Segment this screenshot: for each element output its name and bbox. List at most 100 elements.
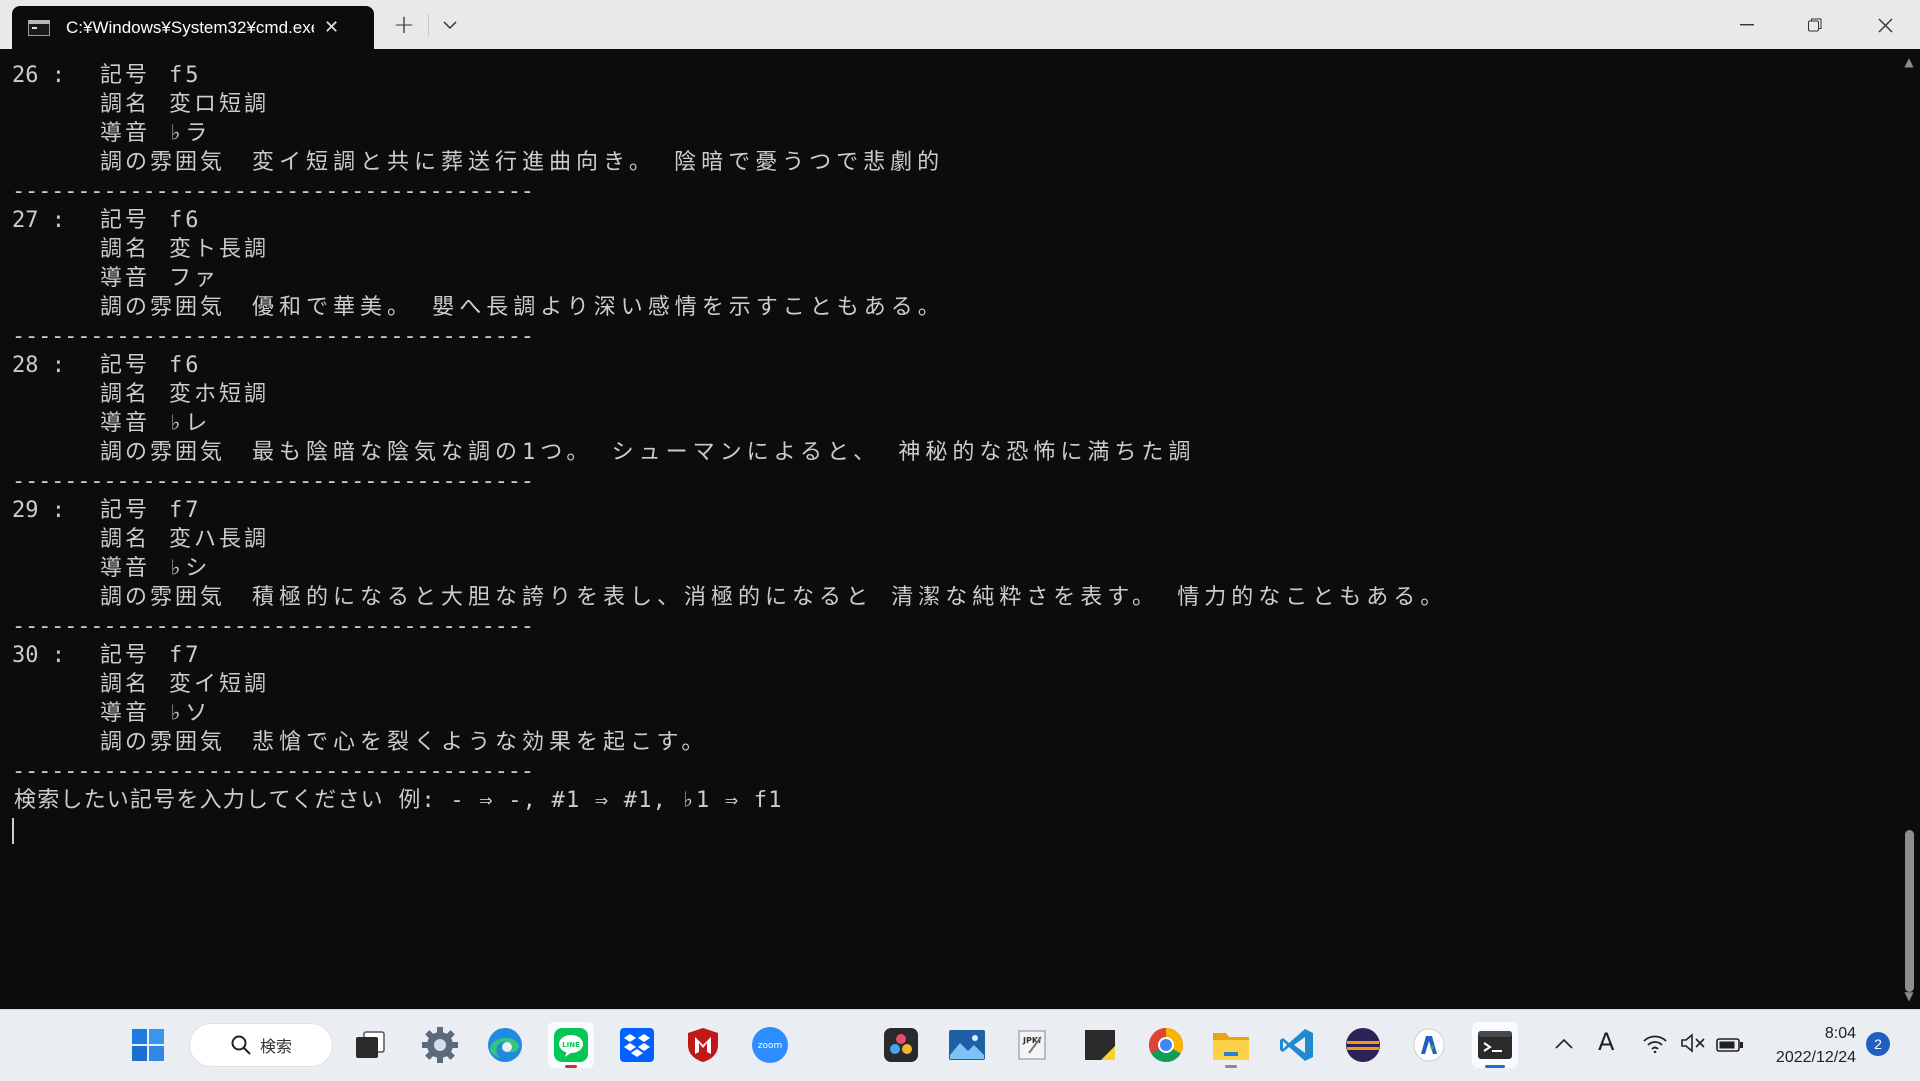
input-line[interactable] [0,815,1898,844]
terminal-icon [1478,1031,1512,1059]
key-value: 変イ短調 [169,672,270,697]
new-tab-button[interactable]: + [390,8,418,42]
search-label: 検索 [260,1037,293,1056]
writer-icon [1413,1028,1445,1062]
symbol-value: f6 [169,353,202,378]
key-label: 調名 [100,92,151,117]
terminal-app[interactable] [1472,1022,1518,1068]
sticky-notes-app[interactable] [1077,1022,1123,1068]
symbol-label: 記号 [100,643,151,668]
symbol-value: f7 [169,643,202,668]
clock[interactable]: 8:04 2022/12/24 [1756,1022,1856,1070]
vscode-app[interactable] [1274,1022,1320,1068]
eclipse-icon [1346,1028,1380,1062]
davinci-resolve-app[interactable] [878,1022,924,1068]
task-view-icon [356,1031,385,1058]
symbol-label: 記号 [100,498,151,523]
minimize-icon [1740,24,1754,26]
tab-title: C:¥Windows¥System32¥cmd.exe [66,17,314,37]
leading-value: ♭ラ [169,121,211,146]
scroll-down-arrow[interactable]: ▼ [1898,989,1920,1003]
battery-icon [1716,1038,1743,1052]
leading-label: 導音 [100,266,151,291]
maximize-button[interactable] [1792,8,1838,42]
entry-number: 29 : [12,498,65,523]
tab-divider [428,14,429,36]
folder-icon [1213,1033,1249,1060]
console-entry: 28 : 記号 f6 調名 変ホ短調 導音 ♭レ 調の雰囲気 最も陰暗な陰気な調の1つ。 … [0,351,1898,496]
clock-time: 8:04 [1824,1025,1856,1042]
photos-app[interactable] [944,1022,990,1068]
key-value: 変ホ短調 [169,382,270,407]
separator-line: ---------------------------------------- [12,469,534,494]
separator-line: ---------------------------------------- [12,179,534,204]
symbol-label: 記号 [100,208,151,233]
mood-label: 調の雰囲気 [100,585,226,610]
leading-value: ファ [169,266,220,291]
text-cursor [12,818,14,844]
taskbar: 検索 LINE zoom JPKI A 8:04 2022/12/24 2 [0,1009,1920,1081]
file-explorer-app[interactable] [1208,1022,1254,1068]
console-output[interactable]: 26 : 記号 f5 調名 変ロ短調 導音 ♭ラ 調の雰囲気 変イ短調と共に葬送行進曲向き… [0,49,1898,1009]
settings-app[interactable] [417,1022,463,1068]
scroll-thumb[interactable] [1905,830,1914,992]
mcafee-app[interactable] [680,1022,726,1068]
windows-icon [132,1029,164,1061]
title-bar: C:¥Windows¥System32¥cmd.exe ✕ + [0,0,1920,49]
task-view-button[interactable] [347,1022,393,1068]
taskbar-search[interactable]: 検索 [189,1023,333,1067]
zoom-app[interactable]: zoom [747,1022,793,1068]
scroll-up-arrow[interactable]: ▲ [1898,55,1920,69]
gear-icon [422,1027,458,1063]
key-value: 変ハ長調 [169,527,270,552]
tab-cmd[interactable]: C:¥Windows¥System32¥cmd.exe ✕ [12,6,374,49]
minimize-button[interactable] [1724,8,1770,42]
battery-button[interactable] [1716,1034,1744,1058]
speaker-muted-icon [1681,1033,1705,1053]
edge-app[interactable] [482,1022,528,1068]
ime-indicator[interactable]: A [1598,1028,1614,1056]
running-indicator [565,1065,577,1068]
entry-number: 28 : [12,353,65,378]
tab-dropdown-button[interactable] [436,8,464,42]
mood-value: 最も陰暗な陰気な調の1つ。 シューマンによると、 神秘的な恐怖に満ちた調 [252,440,1196,465]
leading-value: ♭ソ [169,701,211,726]
vertical-scrollbar[interactable]: ▲ ▼ [1898,49,1920,1009]
leading-label: 導音 [100,556,151,581]
symbol-label: 記号 [100,353,151,378]
search-icon [231,1035,251,1055]
wifi-button[interactable] [1643,1034,1667,1058]
separator-line: ---------------------------------------- [12,324,534,349]
jpki-app[interactable]: JPKI [1010,1022,1056,1068]
key-label: 調名 [100,527,151,552]
eclipse-app[interactable] [1340,1022,1386,1068]
entry-number: 27 : [12,208,65,233]
console-entry: 29 : 記号 f7 調名 変ハ長調 導音 ♭シ 調の雰囲気 積極的になると大胆な誇りを表… [0,496,1898,641]
writer-app[interactable] [1406,1022,1452,1068]
jpki-icon: JPKI [1018,1030,1046,1060]
mood-label: 調の雰囲気 [100,730,226,755]
symbol-value: f5 [169,63,202,88]
restore-icon [1808,18,1822,32]
close-icon [1878,18,1892,32]
close-window-button[interactable] [1862,8,1908,42]
edge-icon [488,1028,522,1062]
line-app[interactable]: LINE [548,1022,594,1068]
symbol-label: 記号 [100,63,151,88]
davinci-resolve-icon [884,1028,918,1062]
start-button[interactable] [125,1022,171,1068]
chrome-app[interactable] [1143,1022,1189,1068]
volume-button[interactable] [1680,1033,1706,1058]
mood-value: 変イ短調と共に葬送行進曲向き。 陰暗で憂うつで悲劇的 [252,150,945,175]
symbol-value: f6 [169,208,202,233]
dropbox-app[interactable] [614,1022,660,1068]
svg-text:LINE: LINE [562,1041,580,1049]
dropbox-icon [620,1028,654,1062]
separator-line: ---------------------------------------- [12,614,534,639]
sticky-notes-icon [1085,1030,1115,1060]
notification-badge[interactable]: 2 [1866,1032,1890,1056]
tray-overflow-button[interactable] [1554,1032,1574,1056]
tab-close-icon[interactable]: ✕ [324,17,339,38]
console-entry: 26 : 記号 f5 調名 変ロ短調 導音 ♭ラ 調の雰囲気 変イ短調と共に葬送行進曲向き… [0,61,1898,206]
mcafee-shield-icon [688,1028,718,1062]
